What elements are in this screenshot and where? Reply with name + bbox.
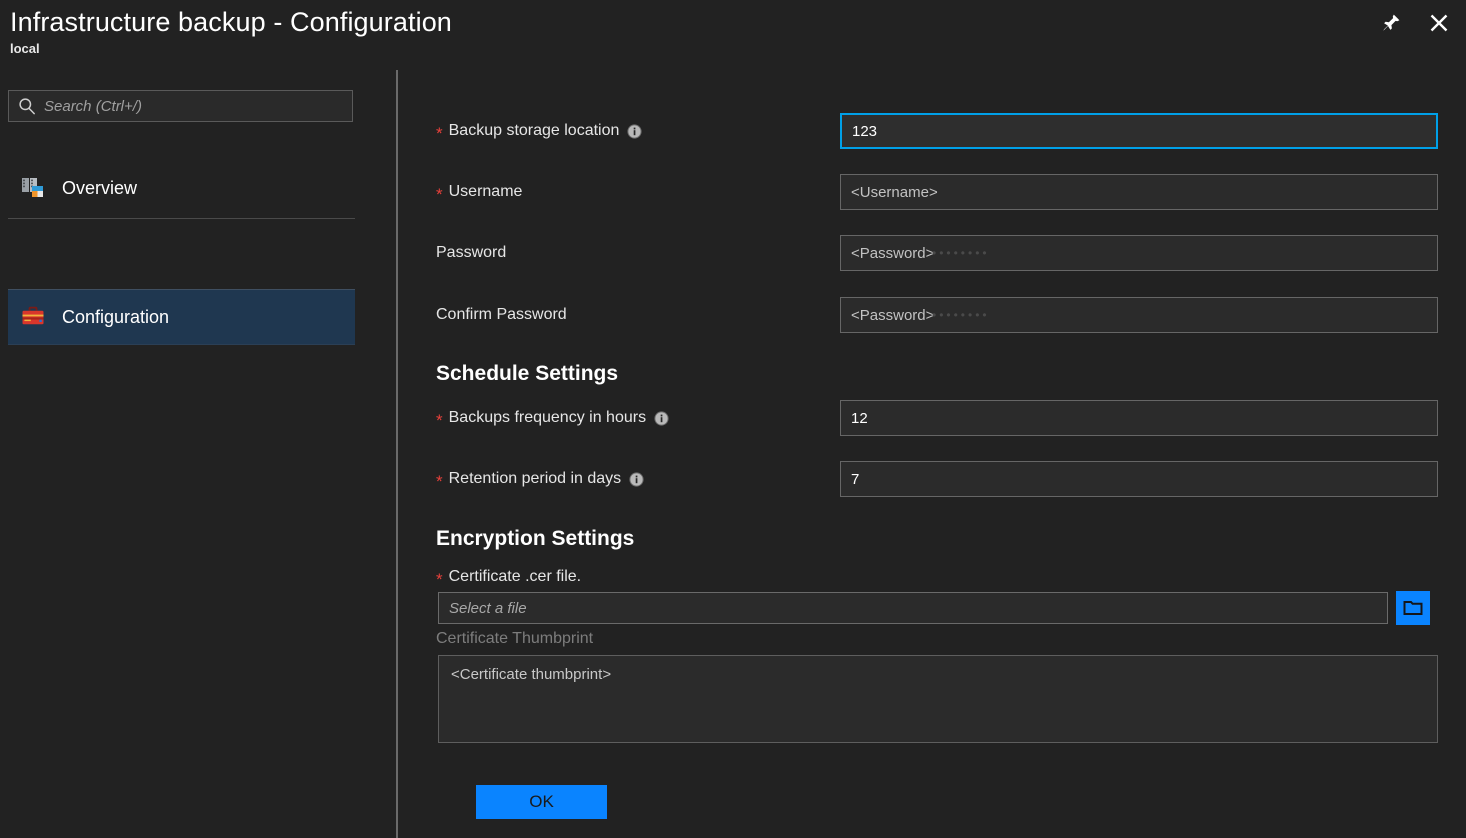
- retention-period-label: * Retention period in days: [436, 470, 644, 488]
- search-icon: [18, 97, 36, 115]
- sidebar: Overview GENERAL Configuration: [0, 70, 396, 838]
- username-label: * Username: [436, 183, 522, 201]
- certificate-file-label: * Certificate .cer file.: [436, 568, 581, 586]
- page-title: Infrastructure backup - Configuration: [10, 7, 452, 38]
- configuration-form: * Backup storage location * Username Pas…: [398, 70, 1466, 838]
- sidebar-divider: [8, 218, 355, 219]
- close-icon[interactable]: [1424, 8, 1454, 38]
- field-row-confirm-password: Confirm Password ••••••••: [398, 297, 1438, 333]
- backup-frequency-label: * Backups frequency in hours: [436, 409, 669, 427]
- password-label: Password: [436, 244, 506, 262]
- backup-storage-location-input[interactable]: [840, 113, 1438, 149]
- required-asterisk: *: [436, 473, 443, 490]
- sidebar-item-label: Overview: [62, 178, 137, 199]
- certificate-thumbprint-textarea[interactable]: [438, 655, 1438, 743]
- search-input[interactable]: [44, 98, 352, 115]
- ok-button[interactable]: OK: [476, 785, 607, 819]
- info-icon[interactable]: [627, 124, 642, 139]
- required-asterisk: *: [436, 186, 443, 203]
- info-icon[interactable]: [654, 411, 669, 426]
- configuration-blade: Infrastructure backup - Configuration lo…: [0, 0, 1466, 838]
- confirm-password-label: Confirm Password: [436, 306, 567, 324]
- password-input[interactable]: [840, 235, 1438, 271]
- field-row-backup-frequency: * Backups frequency in hours: [398, 400, 1438, 436]
- page-subtitle: local: [10, 41, 40, 56]
- sidebar-item-overview[interactable]: Overview: [8, 160, 355, 216]
- search-box[interactable]: [8, 90, 353, 122]
- confirm-password-input[interactable]: [840, 297, 1438, 333]
- server-overview-icon: [20, 175, 46, 201]
- field-row-backup-storage-location: * Backup storage location: [398, 113, 1438, 149]
- required-asterisk: *: [436, 125, 443, 142]
- certificate-file-input[interactable]: [438, 592, 1388, 624]
- backup-frequency-input[interactable]: [840, 400, 1438, 436]
- schedule-settings-heading: Schedule Settings: [436, 362, 618, 386]
- browse-file-button[interactable]: [1396, 591, 1430, 625]
- blade-titlebar: Infrastructure backup - Configuration lo…: [0, 0, 1466, 62]
- username-input[interactable]: [840, 174, 1438, 210]
- required-asterisk: *: [436, 412, 443, 429]
- sidebar-item-label: Configuration: [62, 307, 169, 328]
- backup-storage-location-label: * Backup storage location: [436, 122, 642, 140]
- confirm-password-field-wrap: ••••••••: [840, 297, 1438, 333]
- folder-icon: [1403, 599, 1423, 617]
- field-row-username: * Username: [398, 174, 1438, 210]
- certificate-thumbprint-label: Certificate Thumbprint: [436, 630, 593, 648]
- sidebar-item-configuration[interactable]: Configuration: [8, 289, 355, 345]
- field-row-password: Password ••••••••: [398, 235, 1438, 271]
- field-row-retention-period: * Retention period in days: [398, 461, 1438, 497]
- pin-icon[interactable]: [1376, 8, 1406, 38]
- info-icon[interactable]: [629, 472, 644, 487]
- toolbox-icon: [20, 304, 46, 330]
- required-asterisk: *: [436, 571, 443, 588]
- retention-period-input[interactable]: [840, 461, 1438, 497]
- encryption-settings-heading: Encryption Settings: [436, 527, 634, 551]
- password-field-wrap: ••••••••: [840, 235, 1438, 271]
- window-controls: [1376, 8, 1454, 38]
